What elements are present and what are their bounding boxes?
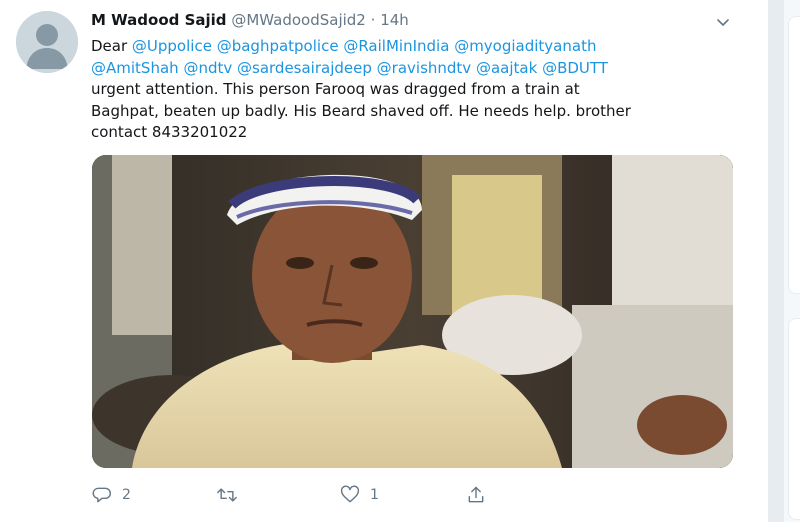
tweet-text-line-3: urgent attention. This person Farooq was… [91,80,580,98]
share-icon [468,486,484,503]
mention-link[interactable]: @myogiadityanath [454,37,596,55]
tweet-text-line-5: contact 8433201022 [91,123,248,141]
heart-icon [340,485,360,503]
mention-link[interactable]: @ndtv [183,59,232,77]
avatar[interactable] [16,11,78,73]
mention-link[interactable]: @ravishndtv [377,59,472,77]
mention-link[interactable]: @aajtak [476,59,537,77]
default-avatar-icon [16,11,78,73]
tweet-text-line-4: Baghpat, beaten up badly. His Beard shav… [91,101,631,120]
author-handle[interactable]: @MWadoodSajid2 [231,11,366,29]
tweet-header: M Wadood Sajid @MWadoodSajid2 · 14h [91,10,738,30]
like-count: 1 [370,487,379,503]
reply-count: 2 [122,487,131,503]
like-button[interactable]: 1 [340,482,379,508]
photo-image [92,155,733,468]
tweet-text-line-1: Dear @Uppolice @baghpatpolice @RailMinIn… [91,36,731,58]
tweet-card[interactable]: M Wadood Sajid @MWadoodSajid2 · 14h Dear… [0,0,769,522]
mention-link[interactable]: @RailMinIndia [343,37,449,55]
tweet-actions: 2 1 [92,482,512,508]
reply-icon [92,487,111,503]
mention-link[interactable]: @BDUTT [542,59,608,77]
tweet-text: Dear @Uppolice @baghpatpolice @RailMinIn… [91,36,731,144]
tweet-text-line-2: @AmitShah @ndtv @sardesairajdeep @ravish… [91,58,731,80]
separator-dot: · [370,11,376,29]
mention-link[interactable]: @sardesairajdeep [237,59,372,77]
share-button[interactable] [466,482,486,508]
page: M Wadood Sajid @MWadoodSajid2 · 14h Dear… [0,0,800,522]
author-name[interactable]: M Wadood Sajid [91,11,227,29]
chevron-down-icon [717,19,729,26]
tweet-menu-button[interactable] [713,12,733,32]
text-dear: Dear [91,37,132,55]
mention-link[interactable]: @baghpatpolice [217,37,339,55]
tweet-photo[interactable] [92,155,733,468]
timestamp[interactable]: 14h [380,11,409,29]
right-sidebar-panel [788,318,800,520]
retweet-icon [217,488,237,502]
right-sidebar-panel [788,16,800,294]
reply-button[interactable]: 2 [92,482,131,508]
mention-link[interactable]: @AmitShah [91,59,179,77]
retweet-button[interactable] [216,482,248,508]
mention-link[interactable]: @Uppolice [132,37,212,55]
